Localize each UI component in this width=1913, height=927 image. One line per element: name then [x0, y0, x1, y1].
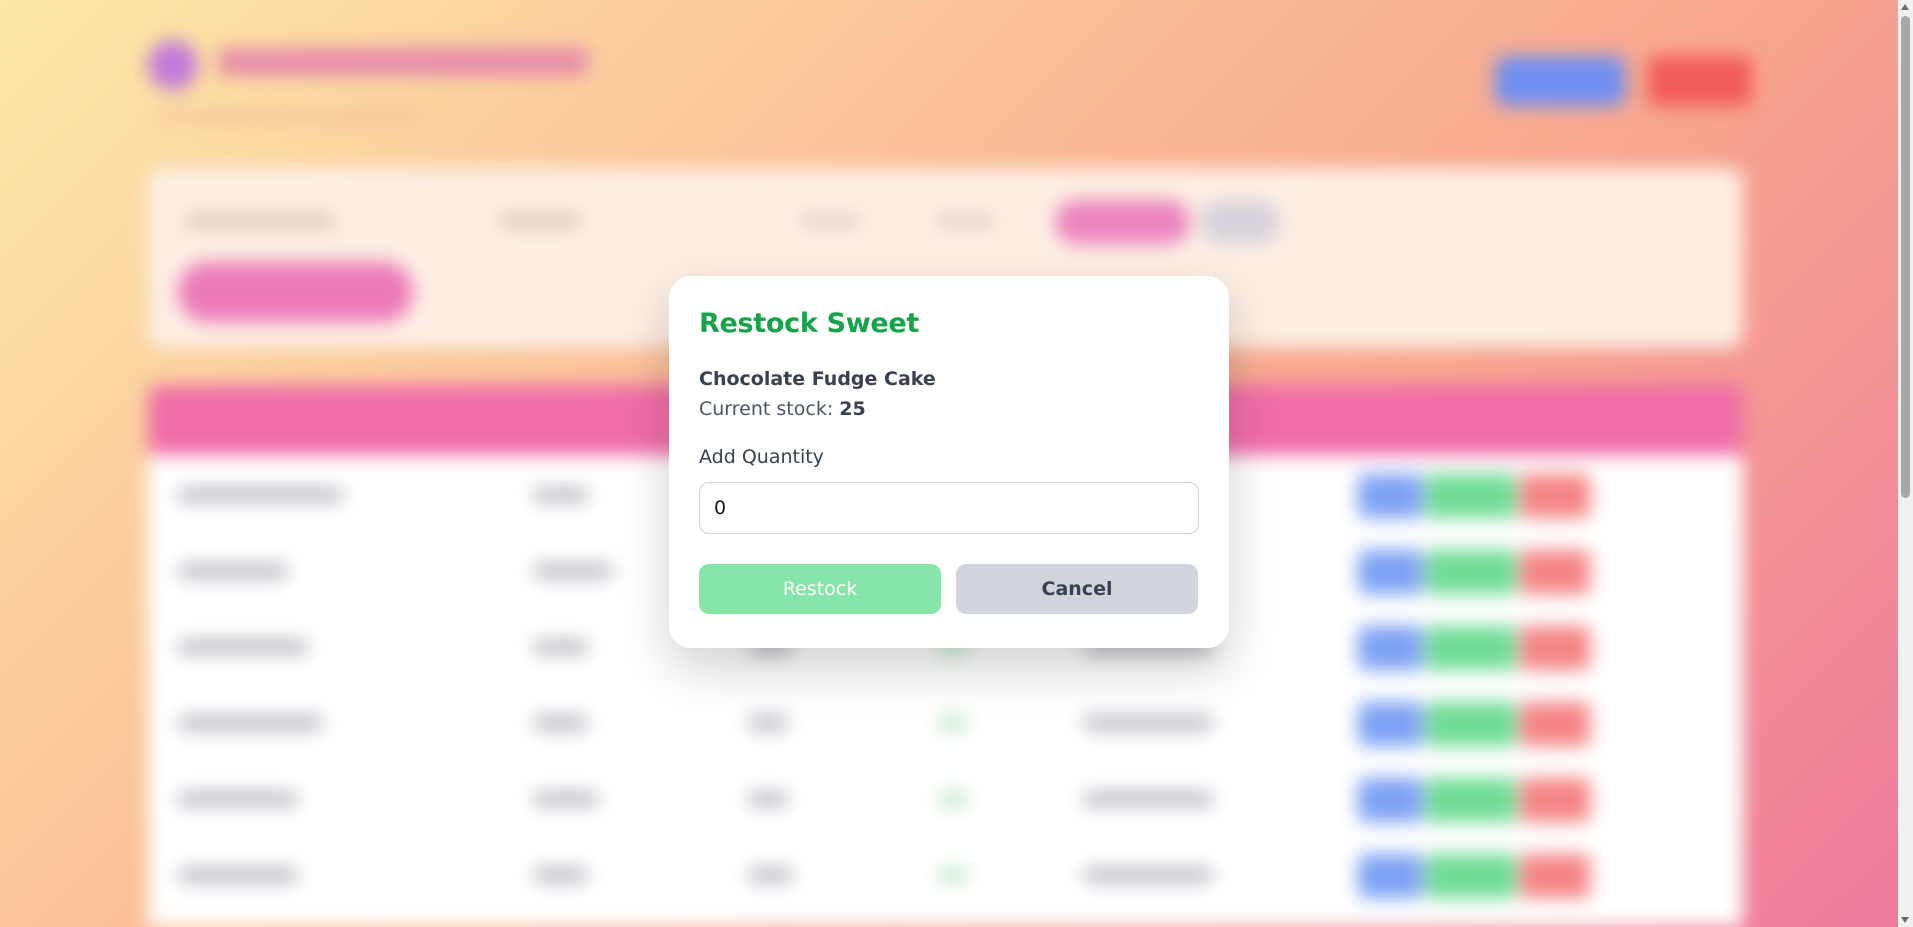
app-title-placeholder [218, 48, 588, 76]
filter-chip [800, 214, 860, 228]
sweet-name: Chocolate Fudge Cake [699, 368, 936, 390]
current-stock-label: Current stock: [699, 398, 840, 420]
header-red-button [1648, 56, 1752, 106]
header-blue-button [1495, 56, 1625, 106]
filter-chip [500, 214, 580, 228]
table-row [148, 838, 1743, 914]
table-row [148, 686, 1743, 762]
modal-title: Restock Sweet [699, 308, 920, 339]
table-row [148, 762, 1743, 838]
page: Restock Sweet Chocolate Fudge Cake Curre… [0, 0, 1913, 927]
filter-chip [1200, 200, 1280, 244]
restock-button[interactable]: Restock [699, 564, 941, 614]
restock-modal: Restock Sweet Chocolate Fudge Cake Curre… [669, 276, 1229, 648]
add-sweet-button-placeholder [178, 262, 413, 322]
current-stock-value: 25 [839, 398, 866, 420]
current-stock: Current stock: 25 [699, 396, 1199, 422]
app-logo [148, 40, 198, 90]
filter-chip [935, 214, 995, 228]
modal-actions: Restock Cancel [699, 564, 1199, 614]
quantity-input[interactable] [699, 482, 1199, 534]
filter-chip-active [1055, 200, 1190, 244]
quantity-label: Add Quantity [699, 446, 824, 468]
page-scrollbar[interactable] [1898, 0, 1913, 927]
scroll-thumb[interactable] [1901, 16, 1910, 498]
cancel-button[interactable]: Cancel [956, 564, 1198, 614]
filter-chip [185, 214, 335, 228]
app-subtitle-placeholder [158, 110, 418, 122]
scroll-down-arrow-icon[interactable] [1901, 917, 1909, 923]
scroll-up-arrow-icon[interactable] [1901, 4, 1909, 10]
